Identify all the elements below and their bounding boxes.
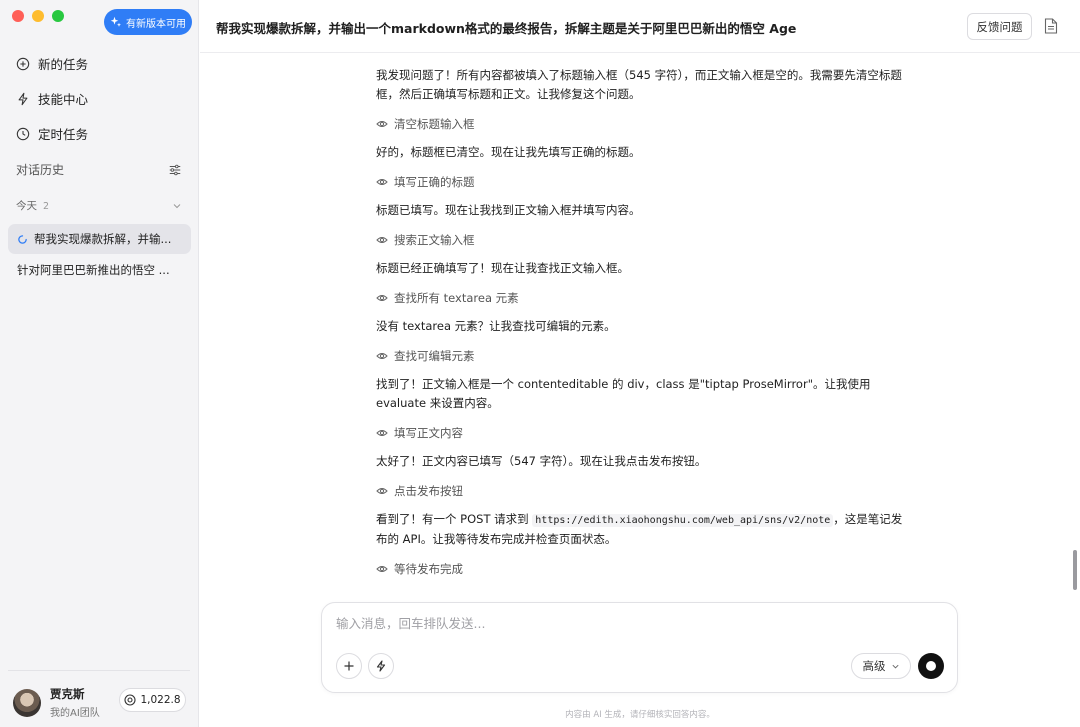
sidebar: 有新版本可用 新的任务 技能中心 定时任务 对话历史 今天 2 帮我实现爆款拆解，… [0,0,199,727]
conversation-title: 针对阿里巴巴新推出的悟空 ... [17,263,170,277]
tool-step[interactable]: 填写正文内容 [376,423,906,442]
assistant-message: 找到了！正文输入框是一个 contenteditable 的 div，class… [376,377,871,410]
message-text: 看到了！有一个 POST 请求到 [376,512,533,526]
chevron-down-icon [891,664,899,668]
message-composer: 高级 [321,602,958,693]
eye-icon [376,565,388,572]
stop-icon [926,661,936,671]
sidebar-item-label: 定时任务 [38,127,89,142]
mode-select-value: 高级 [862,659,886,673]
eye-icon [376,429,388,436]
eye-icon [376,236,388,243]
eye-icon [376,487,388,494]
history-header: 对话历史 [16,161,182,178]
tool-step[interactable]: 搜索正文输入框 [376,230,906,249]
bolt-icon [376,660,386,672]
ai-disclaimer: 内容由 AI 生成，请仔细核实回答内容。 [565,710,715,720]
chevron-down-icon [173,203,181,208]
assistant-message: 标题已经正确填写了！现在让我查找正文输入框。 [376,261,629,275]
document-icon[interactable] [1044,18,1058,34]
update-available-label: 有新版本可用 [126,18,186,30]
tool-step[interactable]: 等待发布完成 [376,559,906,578]
eye-icon [376,294,388,301]
update-available-button[interactable]: 有新版本可用 [104,9,192,35]
skills-button[interactable] [368,653,394,679]
close-window-button[interactable] [12,10,24,22]
page-title: 帮我实现爆款拆解，并输出一个markdown格式的最终报告，拆解主题是关于阿里巴… [216,21,797,36]
sidebar-item-scheduled-tasks[interactable]: 定时任务 [8,116,192,151]
history-title: 对话历史 [16,163,65,177]
sparkle-icon [110,16,122,27]
sidebar-item-label: 新的任务 [38,57,89,72]
assistant-message: 我发现问题了！所有内容都被填入了标题输入框（545 字符），而正文输入框是空的。… [376,68,902,101]
tool-step[interactable]: 查找所有 textarea 元素 [376,288,906,307]
tool-step-label: 查找所有 textarea 元素 [394,290,519,305]
minimize-window-button[interactable] [32,10,44,22]
loading-spinner-icon [18,234,27,244]
today-label: 今天 [16,200,37,212]
maximize-window-button[interactable] [52,10,64,22]
sidebar-nav: 新的任务 技能中心 定时任务 [8,46,192,151]
coin-icon [124,694,137,706]
clock-icon [16,127,30,140]
avatar [13,688,41,717]
credits-badge[interactable]: 1,022.8 [119,688,186,712]
sidebar-item-skills[interactable]: 技能中心 [8,81,192,116]
credits-value: 1,022.8 [140,694,181,706]
main-panel: 帮我实现爆款拆解，并输出一个markdown格式的最终报告，拆解主题是关于阿里巴… [200,0,1080,727]
user-name: 贾克斯 [50,687,85,701]
assistant-message: 好的，标题框已清空。现在让我先填写正确的标题。 [376,145,641,159]
bolt-icon [18,92,28,105]
tool-step-label: 填写正文内容 [394,425,463,440]
eye-icon [376,352,388,359]
sidebar-item-label: 技能中心 [38,92,89,107]
message-thread: 我发现问题了！所有内容都被填入了标题输入框（545 字符），而正文输入框是空的。… [376,66,906,578]
today-count: 2 [43,201,50,212]
assistant-message: 标题已填写。现在让我找到正文输入框并填写内容。 [376,203,641,217]
plus-icon [344,661,354,671]
plus-icon [16,57,30,70]
user-profile[interactable]: 贾克斯 我的AI团队 [13,686,100,719]
tool-step[interactable]: 查找可编辑元素 [376,346,906,365]
tool-step-label: 搜索正文输入框 [394,232,475,247]
user-team: 我的AI团队 [50,708,100,719]
feedback-button[interactable]: 反馈问题 [967,13,1032,40]
tool-step-label: 清空标题输入框 [394,116,475,131]
eye-icon [376,178,388,185]
eye-icon [376,120,388,127]
tool-step-label: 等待发布完成 [394,561,463,576]
scrollbar-thumb[interactable] [1073,550,1077,590]
tool-step[interactable]: 填写正确的标题 [376,172,906,191]
tool-step-label: 点击发布按钮 [394,483,463,498]
conversation-item-active[interactable]: 帮我实现爆款拆解，并输... [8,224,191,254]
tool-step[interactable]: 清空标题输入框 [376,114,906,133]
window-controls [12,10,64,22]
filter-sliders-icon[interactable] [168,163,182,177]
api-url-code: https://edith.xiaohongshu.com/web_api/sn… [532,514,834,527]
chat-header: 帮我实现爆款拆解，并输出一个markdown格式的最终报告，拆解主题是关于阿里巴… [200,0,1080,53]
add-attachment-button[interactable] [336,653,362,679]
today-group-header[interactable]: 今天 2 [16,198,182,213]
sidebar-divider [8,670,190,671]
message-input[interactable] [336,616,896,631]
assistant-message: 看到了！有一个 POST 请求到 https://edith.xiaohongs… [376,510,906,549]
tool-step[interactable]: 点击发布按钮 [376,481,906,500]
conversation-item[interactable]: 针对阿里巴巴新推出的悟空 ... [8,255,191,285]
mode-select[interactable]: 高级 [851,653,911,679]
stop-generation-button[interactable] [918,653,944,679]
tool-step-label: 查找可编辑元素 [394,348,475,363]
tool-step-label: 填写正确的标题 [394,174,475,189]
sidebar-item-new-task[interactable]: 新的任务 [8,46,192,81]
assistant-message: 没有 textarea 元素？让我查找可编辑的元素。 [376,319,616,333]
assistant-message: 太好了！正文内容已填写（547 字符）。现在让我点击发布按钮。 [376,454,707,468]
conversation-title: 帮我实现爆款拆解，并输... [34,232,172,246]
